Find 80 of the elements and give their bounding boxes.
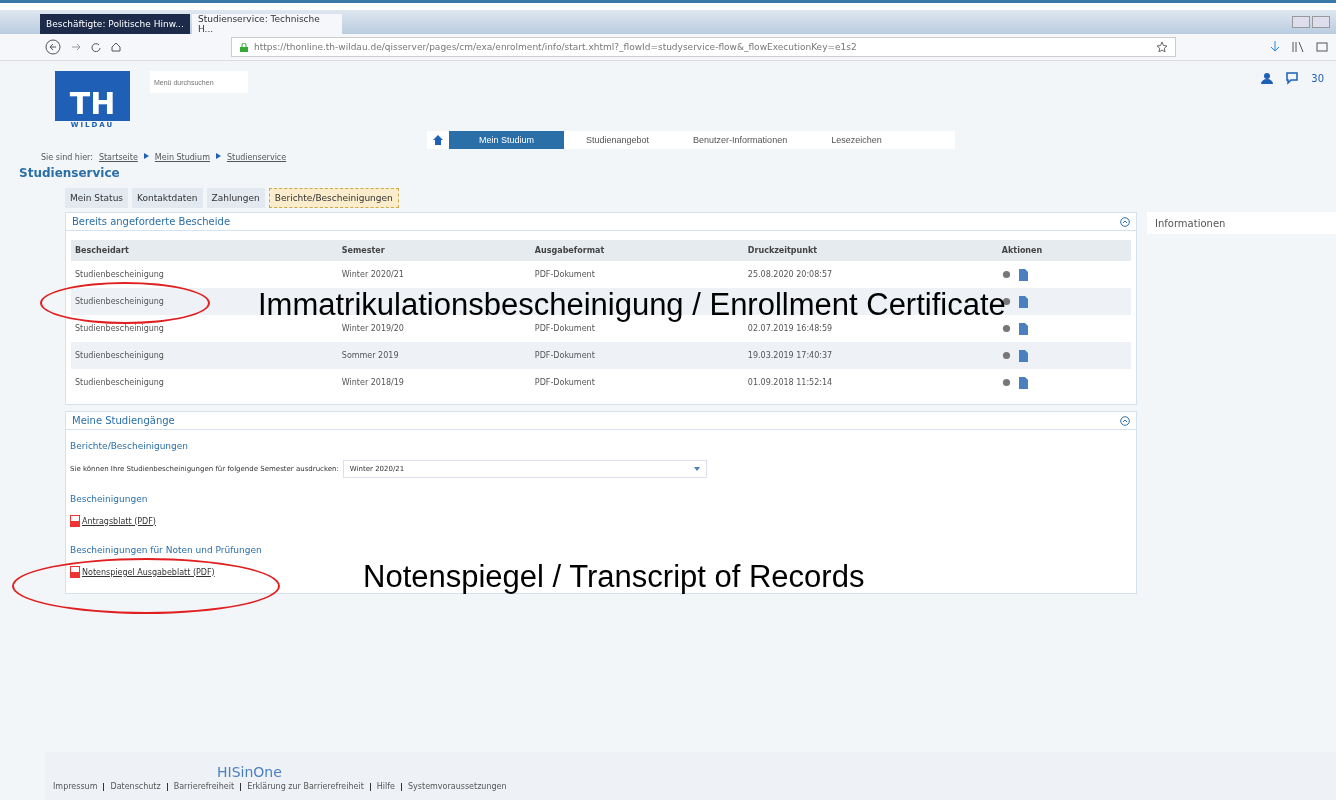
breadcrumb-link[interactable]: Studienservice bbox=[226, 153, 287, 162]
message-count: 30 bbox=[1311, 72, 1324, 84]
sidebar-icon[interactable] bbox=[1316, 41, 1328, 53]
breadcrumb-label: Sie sind hier: bbox=[41, 153, 93, 162]
footer-link[interactable]: Erklärung zur Barrierefreiheit bbox=[247, 782, 364, 791]
table-cell: Sommer 2019 bbox=[341, 351, 399, 360]
table-cell: 25.08.2020 20:08:57 bbox=[747, 270, 833, 279]
footer-link[interactable]: Hilfe bbox=[376, 782, 396, 791]
section-heading: Berichte/Bescheinigungen bbox=[69, 440, 190, 453]
pdf-icon bbox=[70, 515, 80, 527]
library-icon[interactable] bbox=[1292, 41, 1304, 53]
nav-tab[interactable]: Benutzer-Informationen bbox=[671, 131, 810, 149]
footer-link[interactable]: Datenschutz bbox=[110, 782, 161, 791]
page-title: Studienservice bbox=[18, 166, 121, 180]
chat-bubble-icon[interactable] bbox=[1285, 71, 1300, 85]
document-icon[interactable] bbox=[1018, 376, 1029, 389]
table-cell: PDF-Dokument bbox=[534, 324, 595, 333]
pdf-link[interactable]: Notenspiegel Ausgabeblatt (PDF) bbox=[82, 567, 215, 577]
page-tab[interactable]: Berichte/Bescheinigungen bbox=[268, 188, 399, 208]
column-header: Semester bbox=[337, 240, 531, 261]
address-bar[interactable]: https://thonline.th-wildau.de/qisserver/pages/cm/exa/enrolment/info/start.xhtml?_flowId=studyservice-flow&_flowExecutionKey=e1s2 bbox=[231, 37, 1176, 57]
nav-tab[interactable]: Studienangebot bbox=[564, 131, 672, 149]
table-cell: 02.07.2019 16:48:59 bbox=[747, 324, 833, 333]
document-icon[interactable] bbox=[1018, 349, 1029, 362]
section-heading: Bescheinigungen bbox=[69, 493, 149, 506]
table-cell: 19.03.2019 17:40:37 bbox=[747, 351, 833, 360]
nav-tab[interactable]: Lesezeichen bbox=[809, 131, 904, 149]
bookmark-star-icon[interactable] bbox=[1157, 42, 1167, 52]
annotation-text: Notenspiegel / Transcript of Records bbox=[363, 561, 865, 592]
table-cell: 01.09.2018 11:52:14 bbox=[747, 378, 833, 387]
chevron-icon bbox=[215, 153, 221, 159]
caret-icon bbox=[693, 467, 700, 471]
footer-link[interactable]: Barrierefreiheit bbox=[173, 782, 235, 791]
forward-icon[interactable] bbox=[71, 42, 81, 52]
table-cell: Studienbescheinigung bbox=[75, 270, 164, 279]
table-cell: PDF-Dokument bbox=[534, 351, 595, 360]
annotation-text: Immatrikulationsbescheinigung / Enrollment Certificate bbox=[258, 289, 1006, 320]
table-cell: Studienbescheinigung bbox=[75, 324, 164, 333]
section-heading: Bescheinigungen für Noten und Prüfungen bbox=[69, 544, 263, 557]
panel-title: Meine Studiengänge bbox=[72, 415, 175, 426]
footer-link[interactable]: Impressum bbox=[53, 782, 98, 791]
page-tab[interactable]: Kontaktdaten bbox=[132, 188, 203, 208]
document-icon[interactable] bbox=[1018, 268, 1029, 281]
document-icon[interactable] bbox=[1018, 322, 1029, 335]
column-header: Ausgabeformat bbox=[530, 240, 744, 261]
download-icon[interactable] bbox=[1270, 41, 1280, 53]
home-icon[interactable] bbox=[433, 135, 443, 145]
table-cell: Winter 2019/20 bbox=[341, 324, 404, 333]
back-icon[interactable] bbox=[45, 39, 61, 55]
table-cell: Winter 2018/19 bbox=[341, 378, 404, 387]
table-cell: PDF-Dokument bbox=[534, 378, 595, 387]
chevron-icon bbox=[143, 153, 149, 159]
collapse-icon[interactable] bbox=[1120, 216, 1130, 227]
table-cell: Studienbescheinigung bbox=[75, 378, 164, 387]
breadcrumb-link[interactable]: Startseite bbox=[98, 153, 138, 162]
column-header: Druckzeitpunkt bbox=[743, 240, 998, 261]
page-tab[interactable]: Mein Status bbox=[65, 188, 129, 208]
page-tab[interactable]: Zahlungen bbox=[206, 188, 265, 208]
pdf-icon bbox=[70, 566, 80, 578]
column-header: Bescheidart bbox=[71, 240, 338, 261]
hisinone-logo: HISinOne bbox=[217, 764, 282, 780]
panel-title: Bereits angeforderte Bescheide bbox=[72, 216, 231, 227]
pdf-link[interactable]: Antragsblatt (PDF) bbox=[82, 516, 156, 526]
column-header: Aktionen bbox=[997, 240, 1131, 261]
table-cell: PDF-Dokument bbox=[534, 270, 595, 279]
browser-tab[interactable]: Beschäftigte: Politische Hinw... bbox=[40, 14, 190, 34]
breadcrumb-link[interactable]: Mein Studium bbox=[154, 153, 210, 162]
collapse-icon[interactable] bbox=[1120, 415, 1130, 426]
home-icon[interactable] bbox=[111, 42, 121, 52]
lock-icon bbox=[240, 42, 248, 52]
table-cell: Winter 2020/21 bbox=[341, 270, 404, 279]
reload-icon[interactable] bbox=[91, 42, 101, 52]
nav-tab[interactable]: Mein Studium bbox=[449, 131, 565, 149]
table-cell: Studienbescheinigung bbox=[75, 351, 164, 360]
browser-tab[interactable]: Studienservice: Technische H... bbox=[192, 14, 342, 34]
document-icon[interactable] bbox=[1018, 295, 1029, 308]
footer-link[interactable]: Systemvoraussetzungen bbox=[408, 782, 507, 791]
info-panel-title: Informationen bbox=[1147, 212, 1336, 234]
table-cell: Studienbescheinigung bbox=[75, 297, 164, 306]
user-icon[interactable] bbox=[1261, 72, 1274, 84]
